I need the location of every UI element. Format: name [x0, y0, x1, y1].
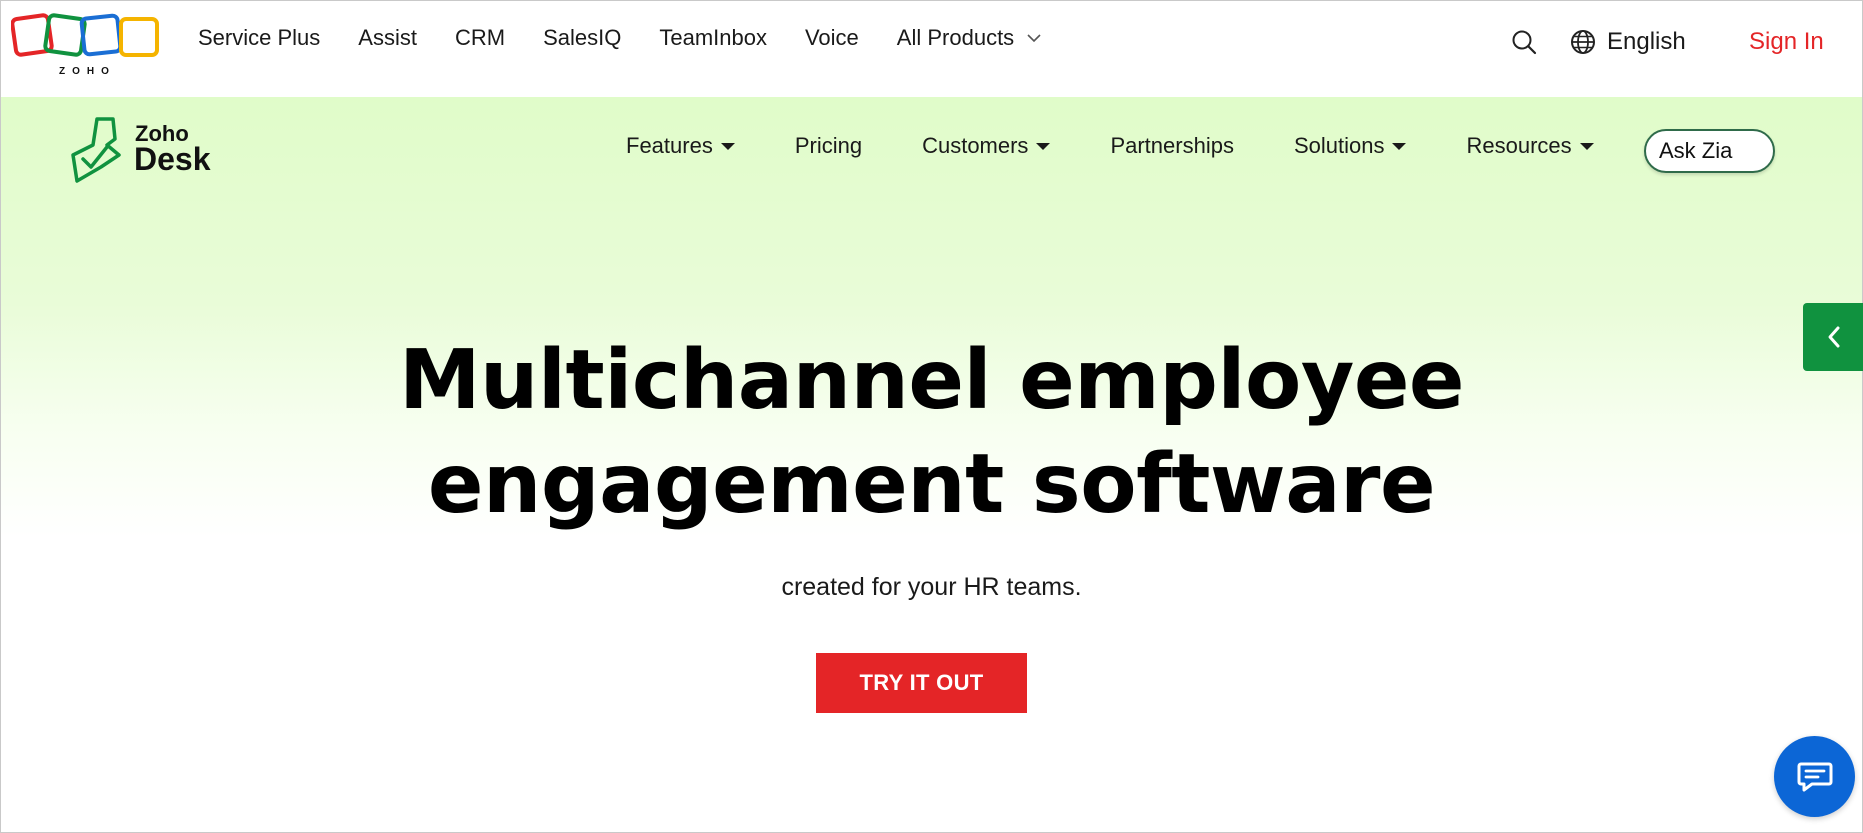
hero-section: Zoho Desk Features Pricing Customers Par… [1, 97, 1863, 832]
hero-headline: Multichannel employee engagement softwar… [1, 329, 1862, 537]
top-nav-salesiq[interactable]: SalesIQ [543, 25, 621, 51]
globe-icon[interactable] [1569, 28, 1597, 56]
caret-down-icon [1392, 142, 1407, 150]
product-main-nav: Features Pricing Customers Partnerships … [626, 133, 1654, 159]
top-nav-assist[interactable]: Assist [358, 25, 417, 51]
nav-solutions-label: Solutions [1293, 133, 1385, 158]
nav-customers[interactable]: Customers [922, 133, 1051, 159]
chevron-down-icon [1027, 34, 1041, 43]
all-products-label: All Products [896, 25, 1015, 50]
nav-pricing-label: Pricing [794, 133, 863, 158]
caret-down-icon [720, 142, 735, 150]
language-selector[interactable]: English [1607, 28, 1686, 56]
desk-logo-icon [71, 117, 121, 183]
top-nav-teaminbox[interactable]: TeamInbox [659, 25, 767, 51]
zoho-logo[interactable]: ZOHO [11, 13, 161, 77]
nav-partnerships[interactable]: Partnerships [1110, 133, 1234, 159]
nav-pricing[interactable]: Pricing [795, 133, 862, 159]
headline-line-2: engagement software [427, 437, 1436, 532]
sign-in-link[interactable]: Sign In [1749, 28, 1824, 56]
try-it-out-button[interactable]: TRY IT OUT [816, 653, 1027, 713]
headline-line-1: Multichannel employee [398, 333, 1465, 428]
desk-brand-main: Desk [134, 141, 211, 177]
caret-down-icon [1036, 142, 1051, 150]
nav-features-label: Features [626, 133, 713, 158]
zoho-logo-text: ZOHO [59, 66, 116, 77]
nav-resources[interactable]: Resources [1466, 133, 1594, 159]
nav-customers-label: Customers [922, 133, 1029, 158]
chat-icon [1797, 762, 1832, 791]
zoho-desk-logo[interactable]: Zoho Desk [69, 115, 229, 187]
top-bar: ZOHO Service Plus Assist CRM SalesIQ Tea… [1, 1, 1862, 97]
nav-partnerships-label: Partnerships [1110, 133, 1234, 158]
ask-zia-button[interactable]: Ask Zia [1644, 129, 1775, 173]
nav-resources-label: Resources [1466, 133, 1572, 158]
top-nav-crm[interactable]: CRM [455, 25, 505, 51]
chat-widget-button[interactable] [1774, 736, 1855, 817]
top-nav-all-products[interactable]: All Products [897, 25, 1042, 51]
hero-subline: created for your HR teams. [781, 573, 1082, 601]
nav-features[interactable]: Features [626, 133, 735, 159]
nav-solutions[interactable]: Solutions [1294, 133, 1407, 159]
caret-down-icon [1579, 142, 1594, 150]
top-nav-service-plus[interactable]: Service Plus [198, 25, 320, 51]
search-icon[interactable] [1511, 29, 1537, 55]
top-nav-voice[interactable]: Voice [805, 25, 859, 51]
top-product-nav: Service Plus Assist CRM SalesIQ TeamInbo… [198, 25, 1080, 51]
